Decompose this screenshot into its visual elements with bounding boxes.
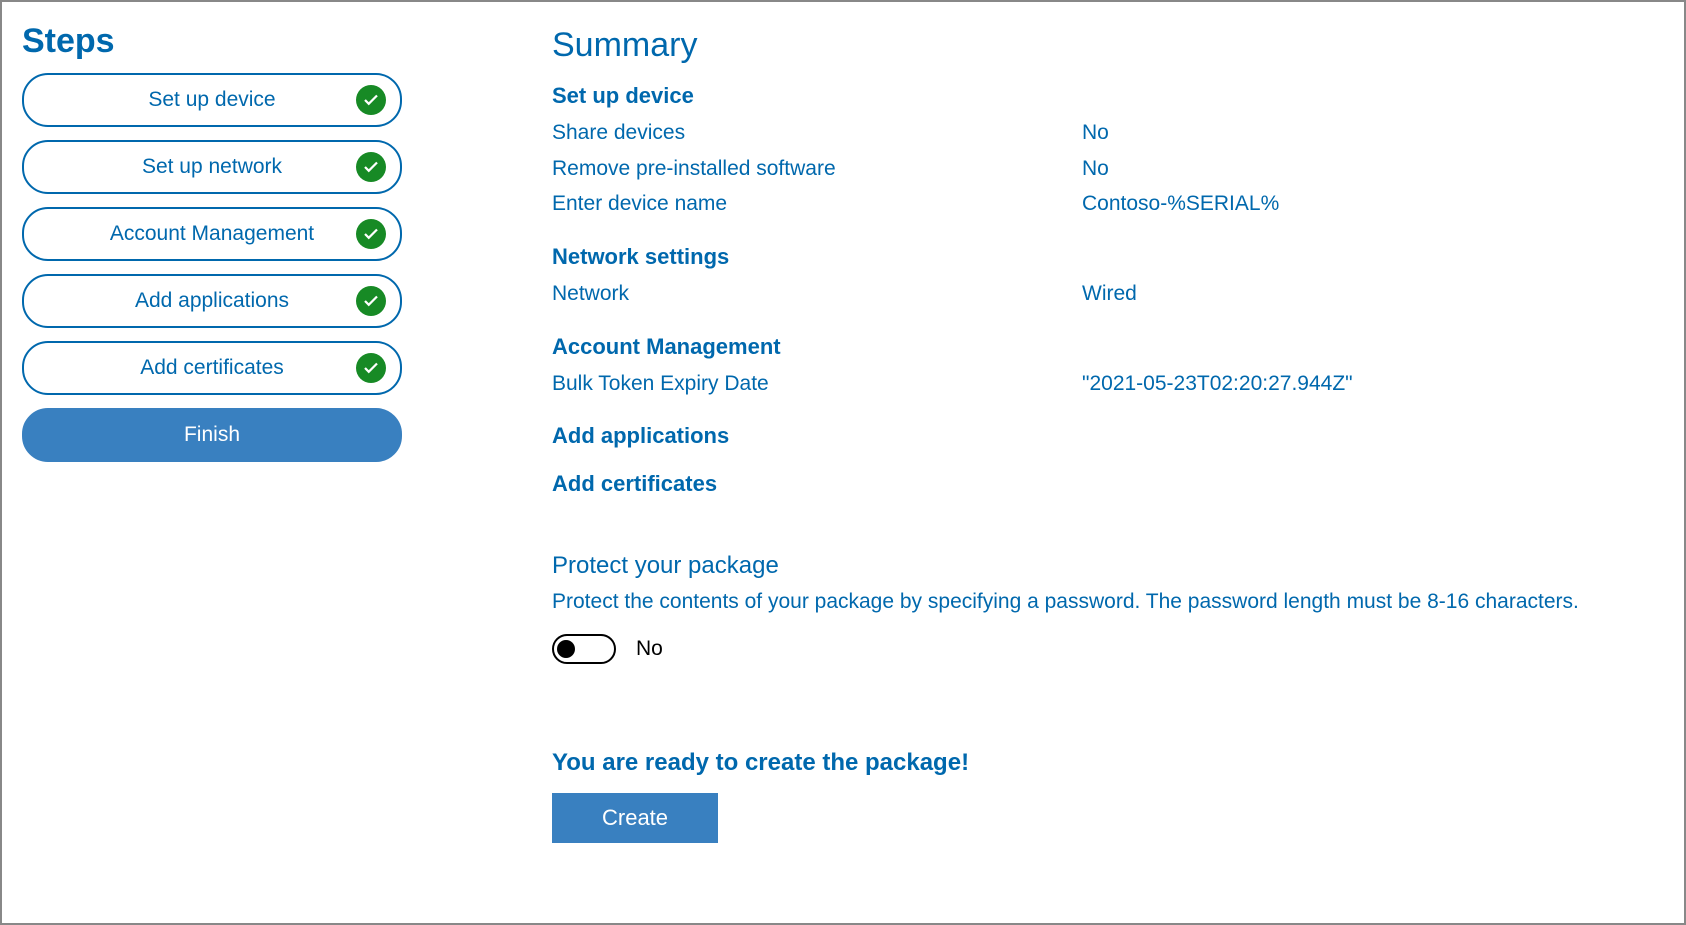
- step-add-certificates[interactable]: Add certificates: [22, 341, 402, 395]
- step-account-management[interactable]: Account Management: [22, 207, 402, 261]
- protect-toggle-label: No: [636, 637, 663, 661]
- step-label: Add certificates: [140, 356, 284, 380]
- step-finish[interactable]: Finish: [22, 408, 402, 462]
- step-label: Set up network: [142, 155, 282, 179]
- protect-toggle-row: No: [552, 634, 1664, 664]
- section-setup-device-title: Set up device: [552, 83, 1664, 109]
- row-label: Network: [552, 276, 1082, 312]
- row-token-expiry: Bulk Token Expiry Date "2021-05-23T02:20…: [552, 366, 1664, 402]
- section-apps-title: Add applications: [552, 423, 1664, 449]
- protect-package-description: Protect the contents of your package by …: [552, 590, 1664, 614]
- row-share-devices: Share devices No: [552, 115, 1664, 151]
- summary-title: Summary: [552, 26, 1664, 65]
- steps-sidebar: Steps Set up device Set up network Accou…: [22, 22, 402, 475]
- ready-text: You are ready to create the package!: [552, 749, 1664, 777]
- checkmark-icon: [356, 286, 386, 316]
- row-value: No: [1082, 115, 1664, 151]
- protect-package-title: Protect your package: [552, 552, 1664, 580]
- row-value: Contoso-%SERIAL%: [1082, 186, 1664, 222]
- create-button[interactable]: Create: [552, 793, 718, 843]
- section-network-title: Network settings: [552, 244, 1664, 270]
- checkmark-icon: [356, 219, 386, 249]
- row-value: No: [1082, 151, 1664, 187]
- main-content: Summary Set up device Share devices No R…: [552, 22, 1664, 843]
- section-account-title: Account Management: [552, 334, 1664, 360]
- checkmark-icon: [356, 85, 386, 115]
- step-setup-network[interactable]: Set up network: [22, 140, 402, 194]
- row-label: Share devices: [552, 115, 1082, 151]
- step-label: Add applications: [135, 289, 289, 313]
- step-label: Account Management: [110, 222, 314, 246]
- row-network: Network Wired: [552, 276, 1664, 312]
- row-device-name: Enter device name Contoso-%SERIAL%: [552, 186, 1664, 222]
- row-label: Remove pre-installed software: [552, 151, 1082, 187]
- step-setup-device[interactable]: Set up device: [22, 73, 402, 127]
- toggle-knob: [557, 640, 575, 658]
- row-remove-software: Remove pre-installed software No: [552, 151, 1664, 187]
- protect-toggle[interactable]: [552, 634, 616, 664]
- row-value: Wired: [1082, 276, 1664, 312]
- row-label: Enter device name: [552, 186, 1082, 222]
- step-label: Set up device: [148, 88, 275, 112]
- row-label: Bulk Token Expiry Date: [552, 366, 1082, 402]
- step-add-applications[interactable]: Add applications: [22, 274, 402, 328]
- checkmark-icon: [356, 152, 386, 182]
- checkmark-icon: [356, 353, 386, 383]
- row-value: "2021-05-23T02:20:27.944Z": [1082, 366, 1664, 402]
- steps-title: Steps: [22, 22, 402, 61]
- step-label: Finish: [184, 423, 240, 447]
- section-certs-title: Add certificates: [552, 471, 1664, 497]
